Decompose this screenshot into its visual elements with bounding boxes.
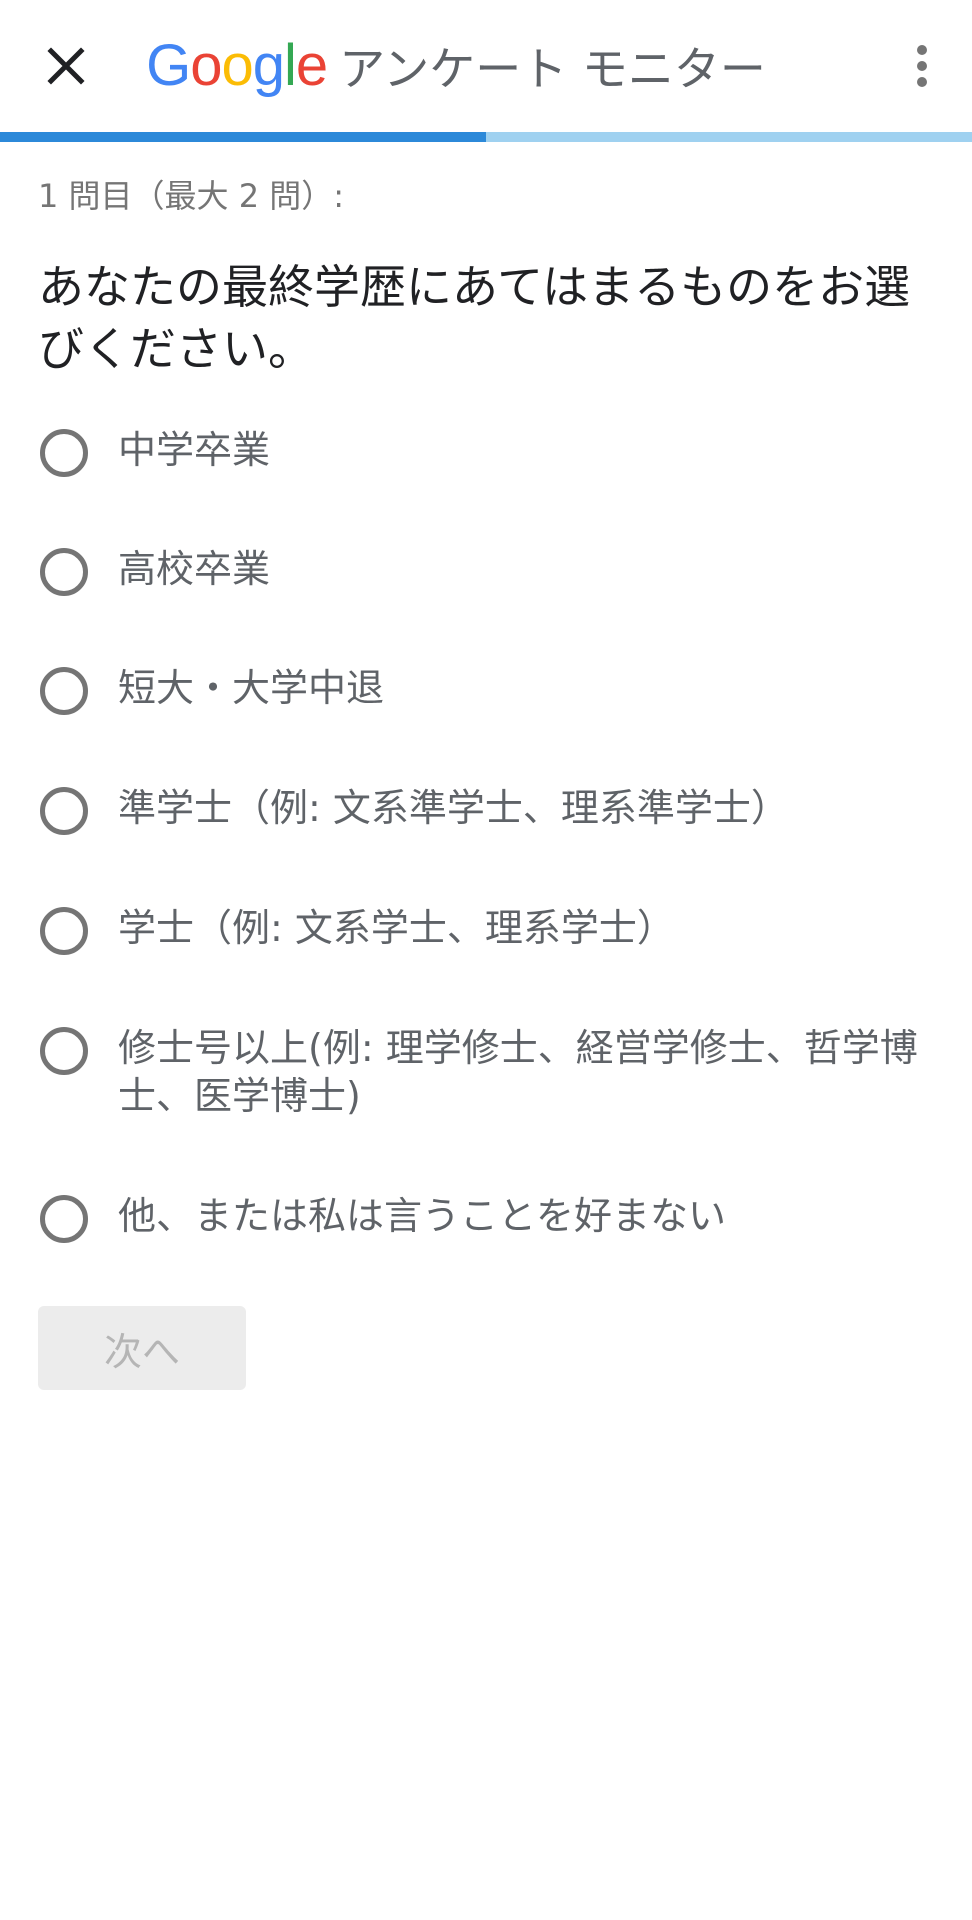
answer-option[interactable]: 他、または私は言うことを好まない — [40, 1192, 940, 1243]
radio-button[interactable] — [40, 429, 88, 477]
answer-option[interactable]: 中学卒業 — [40, 426, 940, 477]
google-logo: Google — [146, 37, 328, 95]
answer-option[interactable]: 短大・大学中退 — [40, 664, 940, 715]
close-button[interactable] — [36, 36, 96, 96]
answer-option[interactable]: 学士（例: 文系学士、理系学士） — [40, 904, 940, 955]
answer-option[interactable]: 高校卒業 — [40, 545, 940, 596]
more-options-button[interactable] — [892, 36, 952, 96]
radio-button[interactable] — [40, 667, 88, 715]
app-title: Google アンケート モニター — [146, 37, 766, 95]
question-counter: 1 問目（最大 2 問）: — [38, 177, 345, 215]
answer-option-label: 準学士（例: 文系準学士、理系準学士） — [118, 786, 789, 830]
answer-option-label: 他、または私は言うことを好まない — [118, 1194, 727, 1238]
logo-letter: o — [190, 33, 222, 98]
answer-option-label: 修士号以上(例: 理学修士、経営学修士、哲学博士、医学博士) — [118, 1026, 918, 1118]
logo-letter: G — [146, 33, 191, 98]
answer-option-label: 中学卒業 — [118, 428, 271, 472]
question-text: あなたの最終学歴にあてはまるものをお選びください。 — [38, 260, 911, 376]
logo-letter: o — [221, 33, 253, 98]
answer-option-label: 短大・大学中退 — [118, 666, 385, 710]
progress-bar-fill — [0, 132, 486, 142]
radio-button[interactable] — [40, 1027, 88, 1075]
more-vert-icon — [917, 45, 927, 87]
logo-letter: e — [295, 33, 328, 98]
answer-option[interactable]: 準学士（例: 文系準学士、理系準学士） — [40, 784, 940, 835]
logo-letter: g — [252, 33, 285, 98]
app-title-text: アンケート モニター — [339, 42, 766, 96]
radio-button[interactable] — [40, 1195, 88, 1243]
progress-bar — [0, 132, 972, 142]
next-button[interactable]: 次へ — [38, 1306, 246, 1390]
answer-option[interactable]: 修士号以上(例: 理学修士、経営学修士、哲学博士、医学博士) — [40, 1024, 940, 1120]
logo-letter: l — [283, 33, 297, 98]
answer-option-label: 学士（例: 文系学士、理系学士） — [118, 906, 675, 950]
radio-button[interactable] — [40, 548, 88, 596]
radio-button[interactable] — [40, 787, 88, 835]
app-bar: Google アンケート モニター — [0, 0, 972, 132]
close-icon — [47, 47, 85, 85]
radio-button[interactable] — [40, 907, 88, 955]
answer-option-label: 高校卒業 — [118, 547, 271, 591]
